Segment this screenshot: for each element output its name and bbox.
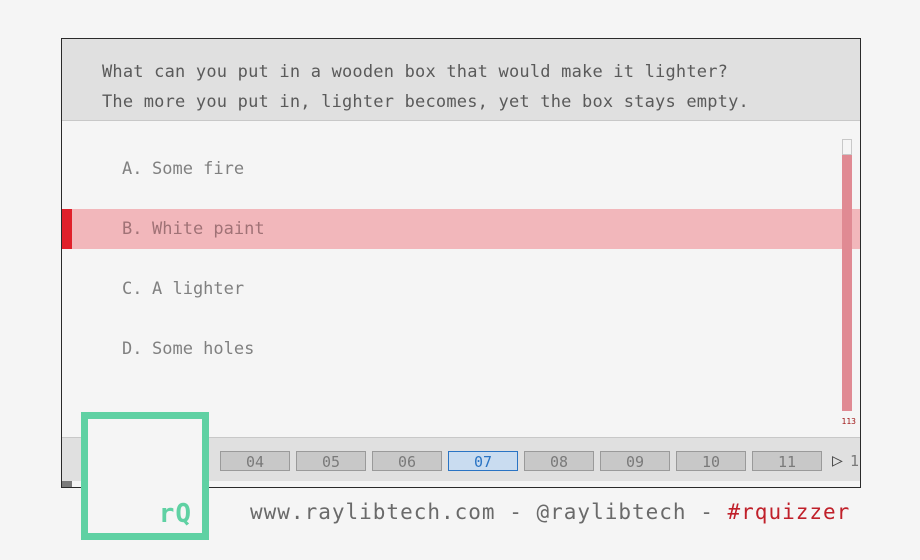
answer-text: Some fire	[152, 159, 245, 179]
answer-option-a[interactable]: A. Some fire	[62, 149, 860, 189]
page-button-12[interactable]: 12	[850, 451, 860, 471]
page-button-11[interactable]: 11	[752, 451, 822, 471]
answer-text: A lighter	[152, 279, 245, 299]
question-line-2: The more you put in, lighter becomes, ye…	[102, 92, 749, 112]
page-button-05[interactable]: 05	[296, 451, 366, 471]
page-button-10[interactable]: 10	[676, 451, 746, 471]
page-button-04[interactable]: 04	[220, 451, 290, 471]
answer-letter: B.	[122, 219, 143, 239]
answer-text: White paint	[152, 219, 265, 239]
answer-option-b[interactable]: B. White paint	[62, 209, 860, 249]
page-button-06[interactable]: 06	[372, 451, 442, 471]
footer-hashtag: #rquizzer	[727, 500, 851, 524]
panel-corner	[62, 481, 72, 487]
footer-credits: www.raylibtech.com - @raylibtech - #rqui…	[250, 500, 850, 524]
answer-option-c[interactable]: C. A lighter	[62, 269, 860, 309]
timer-value: 113	[841, 417, 856, 426]
rquizzer-logo: rQ	[81, 412, 209, 540]
timer-bar-fill	[842, 155, 852, 411]
answer-letter: D.	[122, 339, 143, 359]
logo-text: rQ	[158, 499, 192, 529]
answer-option-d[interactable]: D. Some holes	[62, 329, 860, 369]
answer-letter: A.	[122, 159, 143, 179]
page-button-08[interactable]: 08	[524, 451, 594, 471]
timer-bar	[842, 139, 852, 411]
selection-marker	[62, 209, 72, 249]
answer-letter: C.	[122, 279, 143, 299]
timer-bar-cap	[842, 139, 852, 155]
page-button-09[interactable]: 09	[600, 451, 670, 471]
footer-site: www.raylibtech.com - @raylibtech -	[250, 500, 728, 524]
page-button-07[interactable]: 07	[448, 451, 518, 471]
question-header: What can you put in a wooden box that wo…	[62, 39, 860, 121]
question-line-1: What can you put in a wooden box that wo…	[102, 62, 729, 82]
answer-text: Some holes	[152, 339, 255, 359]
chevron-right-icon[interactable]: ▷	[832, 451, 852, 471]
